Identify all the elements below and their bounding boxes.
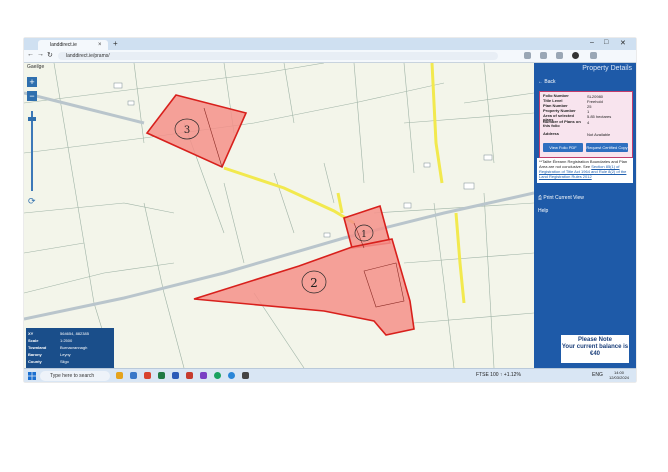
language-toggle[interactable]: Gaeilge: [27, 64, 44, 70]
parcel-3: [145, 94, 248, 169]
edge-icon[interactable]: [228, 372, 235, 379]
request-certified-copy-button[interactable]: Request Certified Copy: [586, 143, 628, 152]
info-row: Scale 1:2500: [28, 338, 73, 343]
close-tab-icon[interactable]: ×: [98, 40, 102, 50]
word-icon[interactable]: [172, 372, 179, 379]
bookmark-icon[interactable]: [540, 52, 547, 59]
teams-icon[interactable]: [200, 372, 207, 379]
detail-row: Address Not Available: [543, 131, 611, 138]
file-explorer-icon[interactable]: [116, 372, 123, 379]
tab-title: landdirect.ie: [50, 42, 77, 48]
forward-icon[interactable]: →: [37, 51, 44, 58]
detail-row: Number of Plans on this folio 4: [543, 119, 590, 128]
refresh-icon[interactable]: ⟳: [28, 196, 36, 207]
balance-note: Please Note Your current balance is €40: [561, 335, 629, 363]
parcel-label-3: 3: [184, 125, 190, 136]
excel-icon[interactable]: [158, 372, 165, 379]
browser-tab-bar: landdirect.ie × + – □ ✕: [24, 38, 636, 50]
back-link[interactable]: ← Back: [538, 79, 556, 85]
map-canvas: 3 1 2: [24, 63, 534, 368]
minimize-icon[interactable]: –: [590, 39, 594, 46]
mail-icon[interactable]: [130, 372, 137, 379]
reload-icon[interactable]: ↻: [47, 51, 53, 59]
downloads-icon[interactable]: [556, 52, 563, 59]
chrome-icon[interactable]: [214, 372, 221, 379]
parcel-label-1: 1: [361, 230, 367, 240]
maximize-icon[interactable]: □: [604, 39, 608, 46]
note-title: Please Note: [577, 337, 613, 343]
print-current-view-link[interactable]: ⎙ Print Current View: [538, 195, 584, 201]
parcel-label-2: 2: [310, 276, 318, 290]
panel-header: Property Details: [582, 65, 632, 72]
info-row: Townland Burnacrannagh: [28, 345, 88, 350]
zoom-in-button[interactable]: +: [27, 77, 37, 87]
app-icon-2[interactable]: [242, 372, 249, 379]
property-details-panel: Property Details ← Back Folio Number SL20…: [534, 63, 636, 368]
disclaimer-note: **Tailte Éireann Registration Boundaries…: [537, 158, 633, 183]
back-icon[interactable]: ←: [27, 51, 34, 58]
stock-ticker[interactable]: FTSE 100 ↑ +1.12%: [476, 372, 521, 378]
system-clock[interactable]: 14:00 12/03/2024: [609, 370, 629, 380]
close-window-icon[interactable]: ✕: [620, 39, 626, 47]
map-info-box: XY 564654, 882385 Scale 1:2500 Townland Bur…: [26, 328, 114, 368]
help-link[interactable]: Help: [538, 208, 548, 214]
scanned-screenshot: landdirect.ie × + – □ ✕ ← → ↻ landdirect…: [24, 38, 636, 382]
windows-start-icon[interactable]: [28, 372, 36, 380]
browser-tab[interactable]: landdirect.ie ×: [38, 40, 108, 50]
info-row: XY 564654, 882385: [28, 331, 89, 336]
app-icon[interactable]: [186, 372, 193, 379]
note-line-2: €40: [589, 351, 600, 357]
info-row: Barony Leyny: [28, 352, 71, 357]
info-row: County Sligo: [28, 359, 69, 364]
map-view[interactable]: 3 1 2 Gaeilge + − ⟳ XY 564654, 882385 Scale…: [24, 63, 534, 368]
extension-icon[interactable]: [524, 52, 531, 59]
new-tab-button[interactable]: +: [113, 39, 118, 48]
note-line-1: Your current balance is: [561, 344, 629, 350]
property-details-box: Folio Number SL20980 Title Level Freehold …: [539, 91, 633, 158]
menu-icon[interactable]: [590, 52, 597, 59]
language-indicator[interactable]: ENG: [592, 372, 603, 378]
windows-taskbar: Type here to search FTSE 100 ↑ +1.12% EN…: [24, 368, 636, 382]
zoom-slider-handle[interactable]: [28, 117, 36, 121]
taskbar-search-input[interactable]: Type here to search: [40, 371, 110, 381]
parcel-2: [193, 238, 415, 336]
profile-icon[interactable]: [572, 52, 579, 59]
address-bar: ← → ↻ landdirect.ie/prams/: [24, 50, 636, 63]
zoom-out-button[interactable]: −: [27, 91, 37, 101]
zoom-slider[interactable]: [31, 111, 33, 191]
url-field[interactable]: landdirect.ie/prams/: [58, 52, 498, 60]
powerpoint-icon[interactable]: [144, 372, 151, 379]
view-folio-pdf-button[interactable]: View Folio PDF: [543, 143, 583, 152]
